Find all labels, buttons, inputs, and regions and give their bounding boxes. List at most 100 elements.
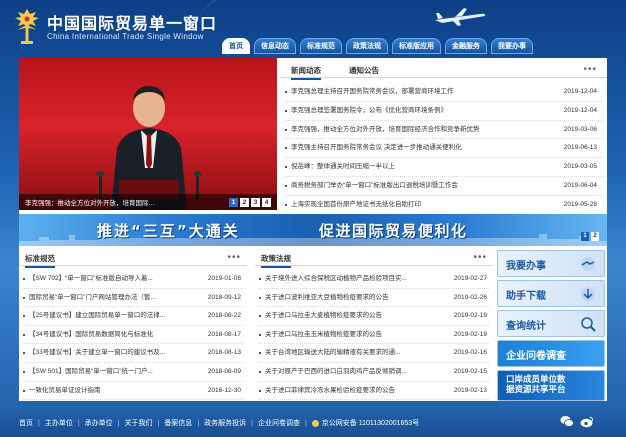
footer-link-home[interactable]: 首页 bbox=[19, 418, 33, 428]
list-item[interactable]: 关于进口菲律宾冷冻水果检验检疫要求的公告 2019-02-13 bbox=[259, 382, 489, 401]
news-title[interactable]: 上海实现全国首份原产地证书无纸化自助打印 bbox=[291, 196, 521, 215]
nav-services[interactable]: 我要办事 bbox=[491, 38, 533, 54]
main-content: 李克强强：推动全方位对外开放，培育国际… 1 2 3 4 新闻动态 通知公告 •… bbox=[19, 58, 607, 401]
list-item[interactable]: 李克强总理签署国务院令，公布《优化营商环境条例》 2019-12-04 bbox=[285, 102, 603, 121]
policies-title[interactable]: 政策法规 bbox=[261, 253, 291, 268]
footer-link-sponsor[interactable]: 主办单位 bbox=[45, 418, 73, 428]
standard-title[interactable]: 【25号建议书】建立国际贸易单一窗口的法律... bbox=[29, 307, 189, 326]
bullet-icon bbox=[23, 352, 25, 355]
statistics-button[interactable]: 查询统计 bbox=[497, 310, 605, 337]
list-item[interactable]: 上海实现全国首份原产地证书无纸化自助打印 2019-05-28 bbox=[285, 196, 603, 215]
divider: | bbox=[304, 419, 307, 427]
list-item[interactable]: 关于进口乌拉圭大麦植物检疫要求的公告 2019-02-19 bbox=[259, 307, 489, 326]
banner-page-1[interactable]: 1 bbox=[581, 232, 589, 241]
policy-date: 2019-02-19 bbox=[453, 312, 487, 320]
footer-link-complaint[interactable]: 政务服务投诉 bbox=[204, 418, 246, 428]
news-title[interactable]: 倪岳峰：整体通关时间压缩一半以上 bbox=[291, 158, 521, 177]
standards-more-button[interactable]: ••• bbox=[227, 253, 241, 263]
bullet-icon bbox=[23, 370, 25, 373]
policies-header: 政策法规 ••• bbox=[255, 250, 493, 268]
tab-notices[interactable]: 通知公告 bbox=[349, 65, 379, 76]
list-item[interactable]: 商务税务部门举办“单一窗口”标准版出口退税培训暨工作会 2019-06-04 bbox=[285, 177, 603, 196]
nav-standard-apps[interactable]: 标准版应用 bbox=[392, 38, 441, 54]
customs-emblem-icon[interactable] bbox=[12, 8, 42, 46]
services-button[interactable]: 我要办事 bbox=[497, 250, 605, 277]
policy-date: 2019-02-19 bbox=[453, 330, 487, 338]
promo-banner[interactable]: 推进“三互”大通关 促进国际贸易便利化 1 2 bbox=[19, 214, 607, 246]
footer-link-survey[interactable]: 企业问卷调查 bbox=[258, 418, 300, 428]
nav-policies[interactable]: 政策法规 bbox=[346, 38, 388, 54]
slider-page-1[interactable]: 1 bbox=[229, 198, 238, 207]
news-title[interactable]: 商务税务部门举办“单一窗口”标准版出口退税培训暨工作会 bbox=[291, 177, 521, 196]
slider-page-2[interactable]: 2 bbox=[240, 198, 249, 207]
policy-title[interactable]: 关于进口乌拉圭玉米植物检疫要求的公告 bbox=[265, 326, 437, 345]
bullet-icon bbox=[285, 128, 287, 131]
bullet-icon bbox=[259, 278, 261, 280]
policy-title[interactable]: 关于境外进入综合保税区动植物产品检验项目实... bbox=[265, 270, 437, 289]
policy-title[interactable]: 关于进口波利维亚大豆植物检疫要求的公告 bbox=[265, 289, 437, 308]
survey-button[interactable]: 企业问卷调查 bbox=[497, 340, 605, 367]
nav-news[interactable]: 信息动态 bbox=[254, 38, 296, 54]
banner-right-text: 促进国际贸易便利化 bbox=[319, 222, 468, 240]
news-title[interactable]: 李克强主持召开国务院常务会议 决定进一步推动通关便利化 bbox=[291, 139, 521, 158]
slider-page-3[interactable]: 3 bbox=[251, 198, 260, 207]
weibo-icon[interactable] bbox=[580, 415, 594, 428]
standard-title[interactable]: 【33号建议书】关于建立单一窗口的建议书及... bbox=[29, 344, 189, 363]
slider-caption[interactable]: 李克强强：推动全方位对外开放，培育国际… bbox=[25, 197, 215, 207]
data-sharing-line-2: 据资源共享平台 bbox=[506, 385, 566, 395]
standard-title[interactable]: 【SW 501】国际贸易“单一窗口”统一门户... bbox=[29, 363, 189, 382]
list-item[interactable]: 一致化贸易单证设计指南 2016-12-30 bbox=[23, 382, 243, 401]
tab-news[interactable]: 新闻动态 bbox=[291, 65, 321, 80]
news-date: 2019-06-04 bbox=[563, 181, 597, 189]
list-item[interactable]: 【SW 501】国际贸易“单一窗口”统一门户... 2018-08-09 bbox=[23, 363, 243, 382]
list-item[interactable]: 【25号建议书】建立国际贸易单一窗口的法律... 2018-08-22 bbox=[23, 307, 243, 326]
footer-police-record[interactable]: 京公网安备 11011302001653号 bbox=[322, 418, 419, 428]
list-item[interactable]: 国际贸易“单一窗口”门户网站管理办法（暂... 2018-09-12 bbox=[23, 289, 243, 308]
list-item[interactable]: 【34号建议书】国际贸易数据简化与标准化 2018-08-17 bbox=[23, 326, 243, 345]
list-item[interactable]: 【33号建议书】关于建立单一窗口的建议书及... 2018-08-13 bbox=[23, 344, 243, 363]
list-item[interactable]: 关于进口乌拉圭玉米植物检疫要求的公告 2019-02-19 bbox=[259, 326, 489, 345]
news-title[interactable]: 李克强总理主持召开国务院常务会议，部署营商环境工作 bbox=[291, 83, 521, 102]
news-title[interactable]: 李克强强，推动全方位对外开放，培育国际经济合作和竞争新优势 bbox=[291, 121, 521, 140]
standards-header: 标准规范 ••• bbox=[19, 250, 247, 268]
footer-link-filing[interactable]: 备案信息 bbox=[164, 418, 192, 428]
list-item[interactable]: 关于对原产于巴西的进口白羽肉鸡产品反倾销调... 2019-02-15 bbox=[259, 363, 489, 382]
list-item[interactable]: 李克强总理主持召开国务院常务会议，部署营商环境工作 2019-12-04 bbox=[285, 83, 603, 102]
list-item[interactable]: 关于境外进入综合保税区动植物产品检验项目实... 2019-02-27 bbox=[259, 270, 489, 289]
standard-title[interactable]: 一致化贸易单证设计指南 bbox=[29, 382, 189, 401]
news-date: 2019-03-06 bbox=[563, 125, 597, 133]
news-more-button[interactable]: ••• bbox=[583, 65, 597, 75]
list-item[interactable]: 关于台湾地区输送大陆的输精液有关要求的通... 2019-02-16 bbox=[259, 344, 489, 363]
policy-date: 2019-02-16 bbox=[453, 349, 487, 357]
news-title[interactable]: 李克强总理签署国务院令，公布《优化营商环境条例》 bbox=[291, 102, 521, 121]
nav-standards[interactable]: 标准规范 bbox=[300, 38, 342, 54]
download-button[interactable]: 助手下载 bbox=[497, 280, 605, 307]
policy-title[interactable]: 关于进口乌拉圭大麦植物检疫要求的公告 bbox=[265, 307, 437, 326]
footer-link-about[interactable]: 关于我们 bbox=[124, 418, 152, 428]
wechat-icon[interactable] bbox=[560, 415, 574, 428]
slider-page-4[interactable]: 4 bbox=[262, 198, 271, 207]
policy-title[interactable]: 关于台湾地区输送大陆的输精液有关要求的通... bbox=[265, 344, 437, 363]
list-item[interactable]: 倪岳峰：整体通关时间压缩一半以上 2019-03-05 bbox=[285, 158, 603, 177]
list-item[interactable]: 李克强主持召开国务院常务会议 决定进一步推动通关便利化 2019-06-13 bbox=[285, 139, 603, 159]
standard-title[interactable]: 【SW 702】“单一窗口”标准版自动导入着... bbox=[29, 270, 189, 289]
standard-title[interactable]: 国际贸易“单一窗口”门户网站管理办法（暂... bbox=[29, 289, 189, 308]
news-slider[interactable]: 李克强强：推动全方位对外开放，培育国际… 1 2 3 4 bbox=[19, 58, 277, 210]
standards-title[interactable]: 标准规范 bbox=[25, 253, 55, 268]
list-item[interactable]: 【SW 702】“单一窗口”标准版自动导入着... 2019-01-08 bbox=[23, 270, 243, 289]
banner-page-2[interactable]: 2 bbox=[591, 232, 599, 241]
list-item[interactable]: 李克强强，推动全方位对外开放，培育国际经济合作和竞争新优势 2019-03-06 bbox=[285, 121, 603, 140]
data-sharing-button[interactable]: 口岸成员单位数 据资源共享平台 bbox=[497, 370, 605, 401]
bullet-icon bbox=[23, 296, 25, 299]
list-item[interactable]: 关于进口波利维亚大豆植物检疫要求的公告 2019-02-26 bbox=[259, 289, 489, 308]
policy-title[interactable]: 关于对原产于巴西的进口白羽肉鸡产品反倾销调... bbox=[265, 363, 437, 382]
policies-more-button[interactable]: ••• bbox=[473, 253, 487, 263]
download-icon bbox=[581, 287, 595, 301]
policy-title[interactable]: 关于进口菲律宾冷冻水果检验检疫要求的公告 bbox=[265, 382, 437, 401]
footer-link-organizer[interactable]: 承办单位 bbox=[85, 418, 113, 428]
policy-date: 2019-02-15 bbox=[453, 367, 487, 375]
standard-title[interactable]: 【34号建议书】国际贸易数据简化与标准化 bbox=[29, 326, 189, 345]
nav-home[interactable]: 首页 bbox=[222, 38, 250, 54]
nav-finance[interactable]: 金融服务 bbox=[445, 38, 487, 54]
policies-list: 关于境外进入综合保税区动植物产品检验项目实... 2019-02-27 关于进口波… bbox=[259, 270, 489, 401]
